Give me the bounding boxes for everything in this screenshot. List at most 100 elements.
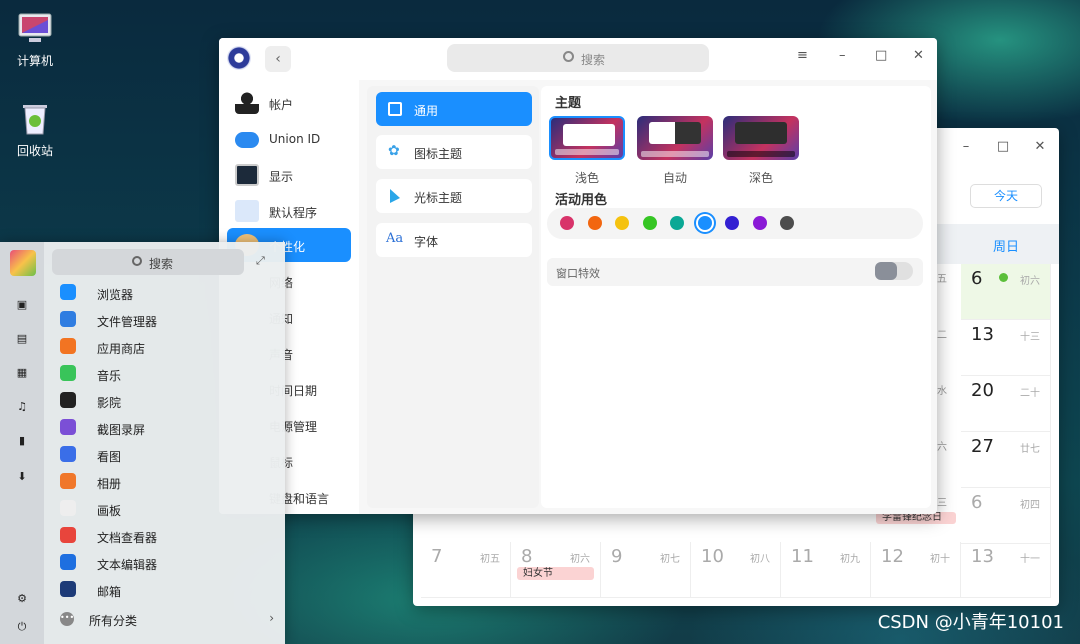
app-icon [60,284,76,300]
calendar-day-cell[interactable]: 9 初七 [601,542,691,598]
app-icon [60,392,76,408]
maximize-icon[interactable]: □ [988,136,1018,158]
app-icon [60,311,76,327]
sub-nav-icon-theme[interactable]: ✿ 图标主题 [376,135,532,169]
titlebar: ‹ 搜索 ≡ – □ ✕ [219,38,937,80]
download-icon[interactable]: ⬇ [14,470,30,484]
close-icon[interactable]: ✕ [913,48,924,63]
theme-preview-dock [727,151,795,157]
app-icon [60,338,76,354]
calendar-day-cell[interactable]: 13 十一 [961,542,1051,598]
desktop-icon-trash[interactable]: 回收站 [0,102,70,159]
more-icon: ••• [60,612,74,626]
app-item[interactable]: 应用商店 [60,336,260,360]
calendar-day-cell[interactable]: 27 廿七 [961,432,1051,488]
sidebar-item-display[interactable]: 显示 [227,158,351,192]
app-item[interactable]: 文件管理器 [60,309,260,333]
back-button[interactable]: ‹ [265,46,291,72]
menu-icon[interactable]: ≡ [797,48,808,63]
app-item[interactable]: 影院 [60,390,260,414]
accent-color-swatch[interactable] [615,216,629,230]
app-item[interactable]: 文档查看器 [60,525,260,549]
calendar-fragment: 二 [937,330,947,341]
calendar-day-cell[interactable]: 6 初四 [961,488,1051,544]
app-logo-icon [227,46,251,70]
document-icon[interactable]: ▤ [14,332,30,346]
today-button[interactable]: 今天 [970,184,1042,208]
sidebar-item-account[interactable]: 帐户 [227,86,351,120]
desktop-icon-computer[interactable]: 计算机 [0,12,70,69]
theme-preview-window [563,124,615,146]
accent-color-swatch[interactable] [725,216,739,230]
default-apps-icon [235,200,259,222]
maximize-icon[interactable]: □ [875,48,887,63]
app-icon [60,473,76,489]
app-item[interactable]: 相册 [60,471,260,495]
accent-color-swatch[interactable] [780,216,794,230]
computer-icon[interactable]: ▣ [14,298,30,312]
all-categories[interactable]: ••• 所有分类 › [60,610,274,630]
app-item[interactable]: 浏览器 [60,282,260,306]
settings-icon[interactable]: ⚙ [14,592,30,606]
flower-icon: ✿ [388,143,400,159]
sub-nav-cursor-theme[interactable]: 光标主题 [376,179,532,213]
calendar-day-cell[interactable]: 10 初八 [691,542,781,598]
calendar-day-cell[interactable]: 8 初六 妇女节 [511,542,601,598]
toggle-knob [875,262,897,280]
theme-dark[interactable] [723,116,799,160]
control-center-window: ‹ 搜索 ≡ – □ ✕ 帐户 Union ID 显示 默认程序 个性化 网络 … [219,38,937,514]
accent-color-swatch[interactable] [587,216,602,230]
theme-light[interactable] [549,116,625,160]
app-label: 画板 [97,504,122,518]
today-dot-icon [999,273,1008,282]
app-item[interactable]: 画板 [60,498,260,522]
accent-color-swatch[interactable] [642,216,657,230]
power-icon[interactable]: ⏻ [14,620,30,634]
calendar-day-cell[interactable]: 20 二十 [961,376,1051,432]
calendar-day-cell[interactable]: 7 初五 [421,542,511,598]
launcher-search-input[interactable]: 搜索 [52,249,244,275]
sub-nav-general[interactable]: 通用 [376,92,532,126]
computer-icon [17,12,53,46]
sidebar-item-union-id[interactable]: Union ID [227,122,351,156]
app-item[interactable]: 看图 [60,444,260,468]
app-label: 相册 [97,477,122,491]
accent-color-swatch[interactable] [670,216,684,230]
font-icon: Aa [386,231,404,246]
calendar-day-cell[interactable]: 11 初九 [781,542,871,598]
accent-color-swatch[interactable] [560,216,574,230]
window-effect-row [547,258,923,286]
close-icon[interactable]: ✕ [1025,136,1055,158]
app-icon [60,419,76,435]
picture-icon[interactable]: ▦ [14,366,30,380]
search-input[interactable]: 搜索 [447,44,709,72]
sub-nav-font[interactable]: Aa 字体 [376,223,532,257]
calendar-day-cell[interactable]: 13 十三 [961,320,1051,376]
app-item[interactable]: 截图录屏 [60,417,260,441]
app-icon [60,554,76,570]
app-item[interactable]: 音乐 [60,363,260,387]
theme-preview-window [735,122,787,144]
fullscreen-icon[interactable]: ⤢ [256,254,270,268]
accent-color-swatch[interactable] [697,216,712,230]
cloud-icon [235,132,259,148]
app-label: 文本编辑器 [97,558,158,572]
app-label: 音乐 [97,369,122,383]
accent-color-swatch[interactable] [752,216,767,230]
music-icon[interactable]: ♫ [14,400,30,414]
calendar-fragment: 五 [937,274,947,285]
calendar-day-cell[interactable]: 12 初十 [871,542,961,598]
theme-auto[interactable] [637,116,713,160]
minimize-icon[interactable]: – [839,48,846,63]
app-icon [60,365,76,381]
calendar-day-cell[interactable]: 6 初六 [961,264,1051,320]
minimize-icon[interactable]: – [951,136,981,158]
window-effect-label: 窗口特效 [556,267,600,280]
app-icon [60,527,76,543]
app-item[interactable]: 邮箱 [60,579,260,603]
calendar-event[interactable]: 妇女节 [517,567,594,580]
sidebar-item-default-apps[interactable]: 默认程序 [227,194,351,228]
video-icon[interactable]: ▮ [14,434,30,448]
window-effect-toggle[interactable] [875,262,913,280]
app-item[interactable]: 文本编辑器 [60,552,260,576]
